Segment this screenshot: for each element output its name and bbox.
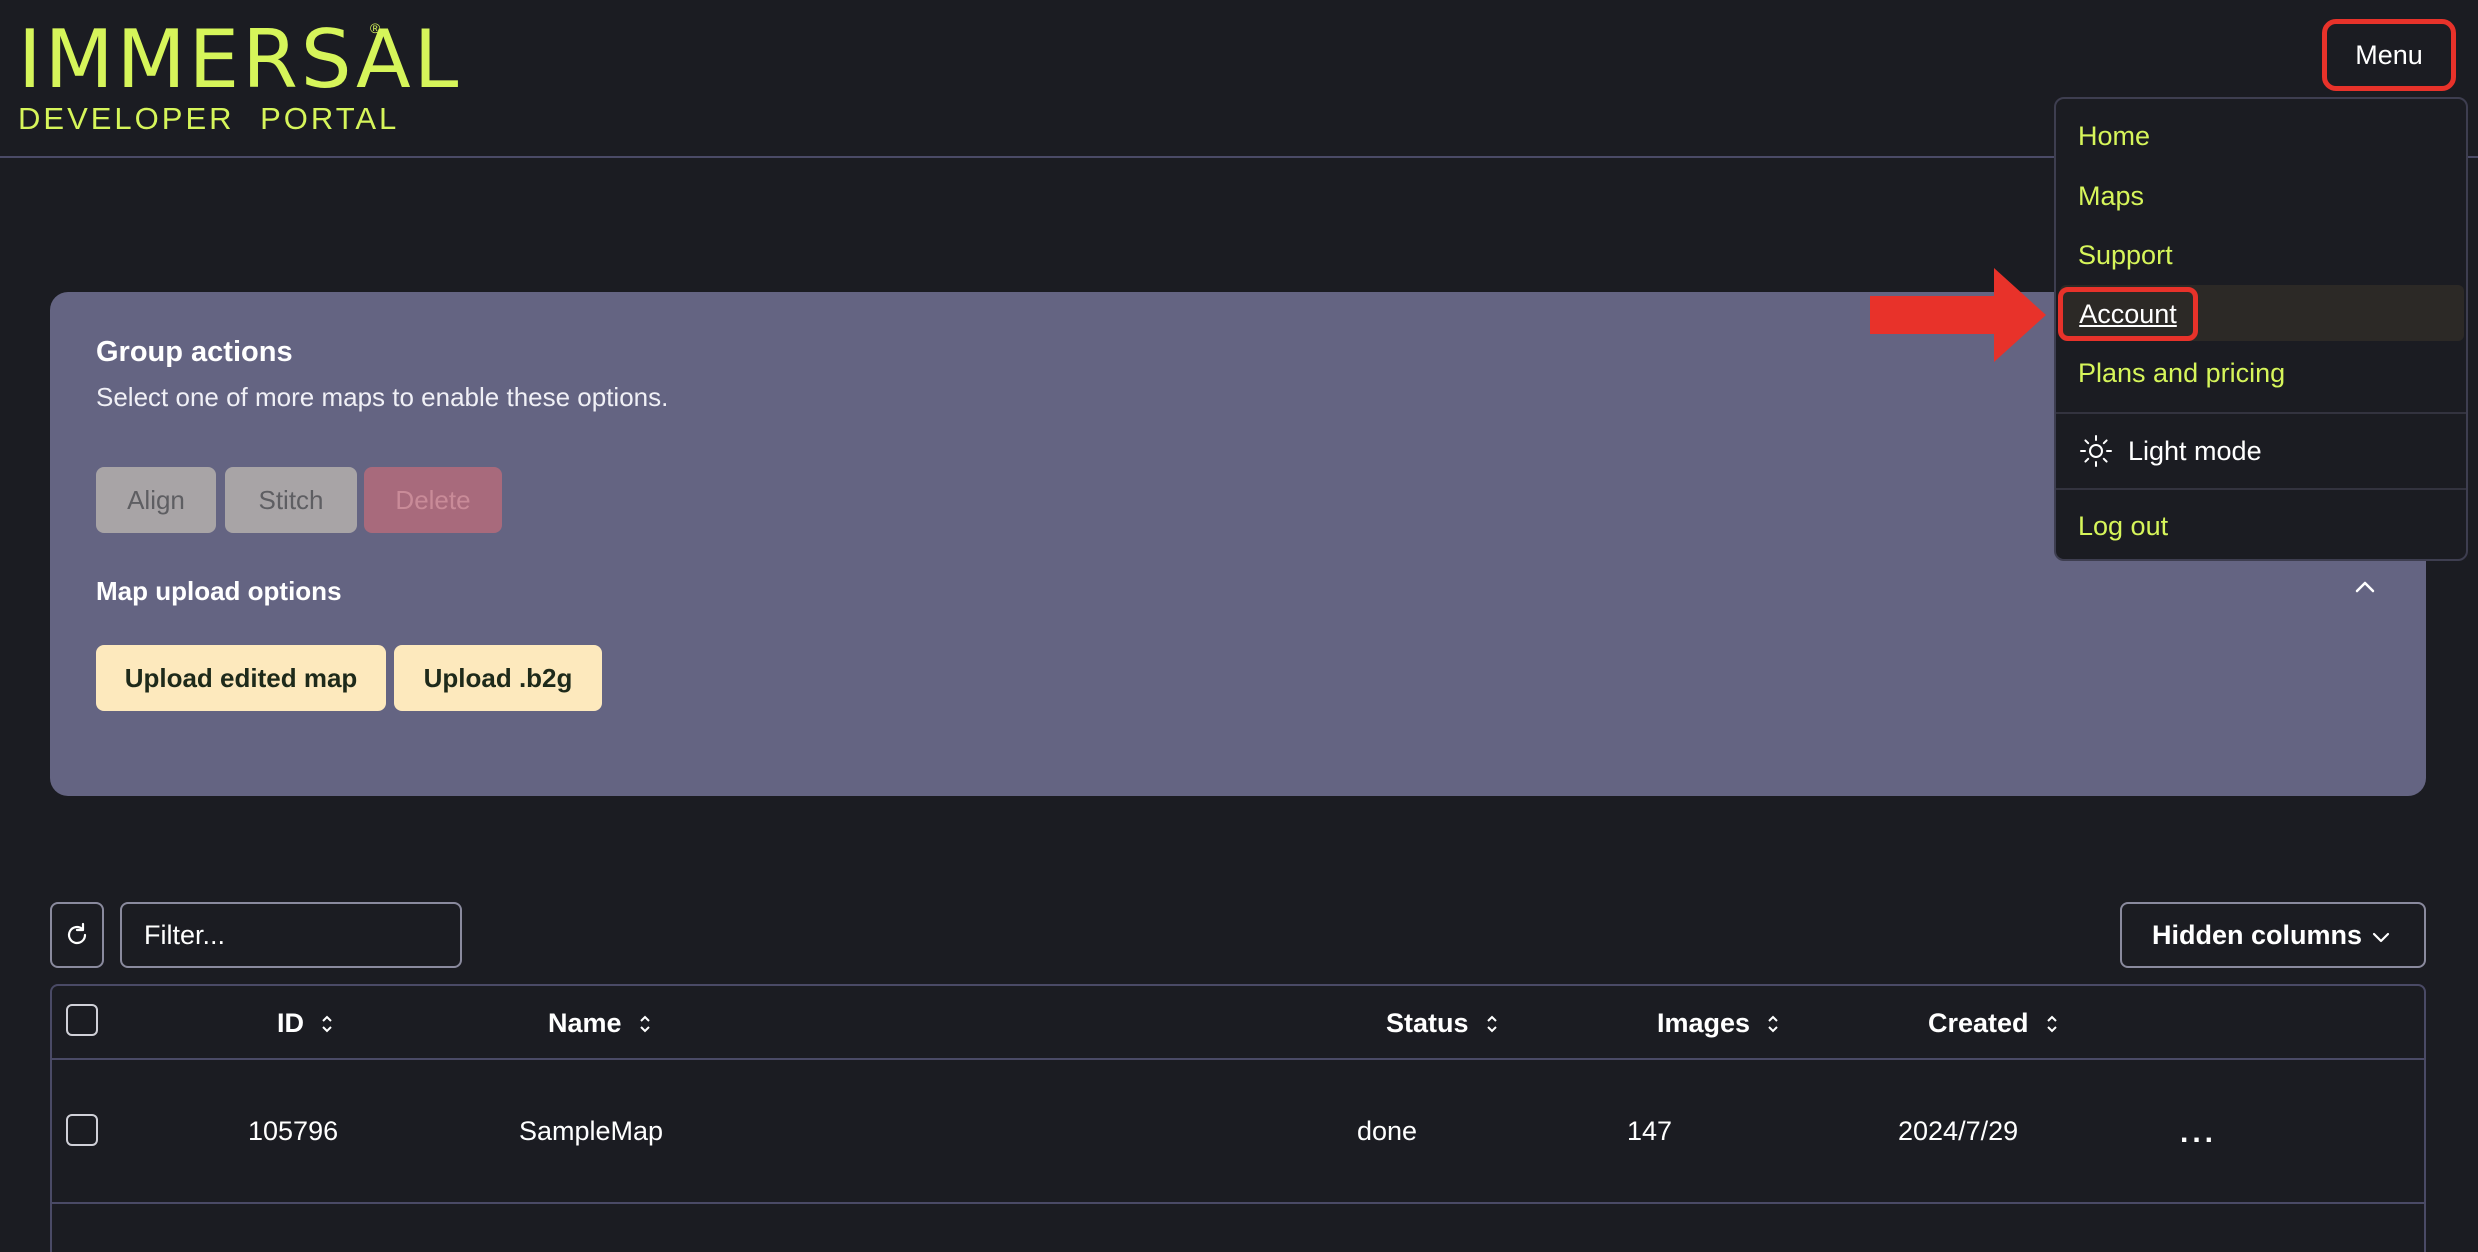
main-menu-dropdown: Home Maps Support Account Plans and pric… <box>2054 97 2468 561</box>
column-header-created[interactable]: Created <box>1928 1008 2059 1039</box>
red-arrow-annotation-icon <box>1870 268 2046 362</box>
column-header-label: Created <box>1928 1008 2029 1038</box>
select-all-checkbox[interactable] <box>66 1004 98 1036</box>
stitch-button[interactable]: Stitch <box>225 467 357 533</box>
column-header-label: ID <box>277 1008 304 1038</box>
cell-created: 2024/7/29 <box>1898 1116 2019 1146</box>
menu-divider <box>2056 488 2466 490</box>
menu-item-support[interactable]: Support <box>2078 240 2173 271</box>
column-header-name[interactable]: Name <box>548 1008 652 1039</box>
cell-status: done <box>1357 1116 1418 1146</box>
refresh-button[interactable] <box>50 902 104 968</box>
map-upload-options-title: Map upload options <box>96 576 342 606</box>
column-header-id[interactable]: ID <box>277 1008 334 1039</box>
sort-icon <box>1768 1015 1778 1032</box>
menu-button[interactable]: Menu <box>2322 19 2456 91</box>
hidden-columns-button[interactable]: Hidden columns <box>2120 902 2426 968</box>
group-actions-title: Group actions <box>96 336 293 368</box>
group-actions-description: Select one of more maps to enable these … <box>96 382 669 412</box>
logo-registered-mark: ® <box>370 20 381 36</box>
column-header-images[interactable]: Images <box>1657 1008 1780 1039</box>
refresh-icon <box>67 922 87 945</box>
cell-id: 105796 <box>248 1116 339 1146</box>
menu-item-account[interactable]: Account <box>2058 287 2198 341</box>
immersal-logo[interactable]: IMMERSAL ® DEVELOPER PORTAL <box>18 18 461 136</box>
menu-divider <box>2056 412 2466 414</box>
hidden-columns-label: Hidden columns <box>2152 919 2363 950</box>
sun-icon <box>2080 435 2112 467</box>
row-more-actions-button[interactable]: ... <box>2180 1116 2217 1150</box>
sort-icon <box>1486 1015 1497 1032</box>
table-row[interactable]: 105796 SampleMap done 147 2024/7/29 ... <box>52 1060 2424 1204</box>
cell-name[interactable]: SampleMap <box>519 1116 663 1147</box>
column-header-label: Images <box>1657 1008 1751 1038</box>
maps-table: ID Name Status Images Created 105796 Sam… <box>50 984 2426 1252</box>
align-button[interactable]: Align <box>96 467 216 533</box>
delete-button[interactable]: Delete <box>364 467 502 533</box>
column-header-label: Name <box>548 1008 622 1038</box>
row-checkbox[interactable] <box>66 1114 98 1146</box>
column-header-label: Status <box>1386 1008 1469 1038</box>
upload-edited-map-button[interactable]: Upload edited map <box>96 645 386 711</box>
menu-item-log-out[interactable]: Log out <box>2078 511 2168 542</box>
table-header-row: ID Name Status Images Created <box>52 986 2424 1060</box>
upload-b2g-button[interactable]: Upload .b2g <box>394 645 602 711</box>
sort-icon <box>639 1015 650 1032</box>
sort-icon <box>322 1015 332 1032</box>
light-mode-label: Light mode <box>2128 435 2262 466</box>
cell-images: 147 <box>1627 1116 1673 1146</box>
filter-input[interactable] <box>120 902 462 968</box>
menu-item-plans-and-pricing[interactable]: Plans and pricing <box>2078 358 2285 389</box>
menu-item-home[interactable]: Home <box>2078 121 2150 152</box>
column-header-status[interactable]: Status <box>1386 1008 1499 1039</box>
chevron-down-icon <box>2372 932 2390 943</box>
logo-wordmark: IMMERSAL <box>18 13 462 106</box>
chevron-up-icon[interactable] <box>2350 572 2380 602</box>
menu-item-maps[interactable]: Maps <box>2078 181 2144 212</box>
sort-icon <box>2046 1015 2057 1032</box>
logo-subtitle: DEVELOPER PORTAL <box>18 101 400 136</box>
menu-item-light-mode[interactable]: Light mode <box>2078 433 2262 469</box>
